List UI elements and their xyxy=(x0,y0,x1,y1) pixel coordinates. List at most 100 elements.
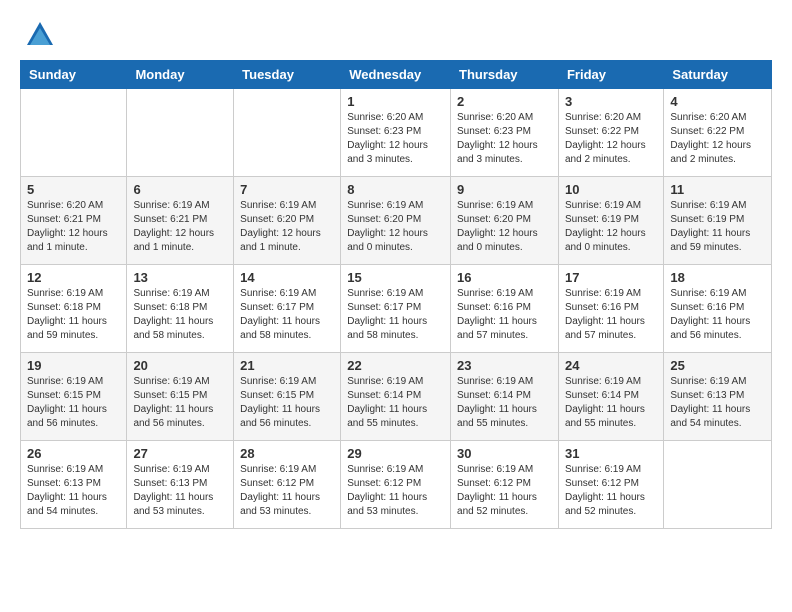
calendar-week-row: 26 Sunrise: 6:19 AM Sunset: 6:13 PM Dayli… xyxy=(21,441,772,529)
calendar-week-row: 19 Sunrise: 6:19 AM Sunset: 6:15 PM Dayli… xyxy=(21,353,772,441)
day-info: Sunrise: 6:19 AM Sunset: 6:14 PM Dayligh… xyxy=(457,375,552,431)
day-number: 4 xyxy=(670,94,765,109)
day-info: Sunrise: 6:19 AM Sunset: 6:14 PM Dayligh… xyxy=(565,375,657,431)
day-number: 3 xyxy=(565,94,657,109)
day-info: Sunrise: 6:19 AM Sunset: 6:17 PM Dayligh… xyxy=(347,287,444,343)
day-number: 19 xyxy=(27,358,120,373)
calendar-cell: 20 Sunrise: 6:19 AM Sunset: 6:15 PM Dayli… xyxy=(127,353,234,441)
calendar-day-header: Friday xyxy=(558,61,663,89)
day-info: Sunrise: 6:20 AM Sunset: 6:23 PM Dayligh… xyxy=(457,111,552,167)
day-info: Sunrise: 6:19 AM Sunset: 6:19 PM Dayligh… xyxy=(670,199,765,255)
day-info: Sunrise: 6:19 AM Sunset: 6:15 PM Dayligh… xyxy=(27,375,120,431)
day-info: Sunrise: 6:19 AM Sunset: 6:13 PM Dayligh… xyxy=(27,463,120,519)
calendar-week-row: 1 Sunrise: 6:20 AM Sunset: 6:23 PM Daylig… xyxy=(21,89,772,177)
calendar-cell: 11 Sunrise: 6:19 AM Sunset: 6:19 PM Dayli… xyxy=(664,177,772,265)
day-number: 21 xyxy=(240,358,334,373)
day-info: Sunrise: 6:19 AM Sunset: 6:19 PM Dayligh… xyxy=(565,199,657,255)
day-number: 8 xyxy=(347,182,444,197)
calendar-cell: 23 Sunrise: 6:19 AM Sunset: 6:14 PM Dayli… xyxy=(451,353,559,441)
calendar-cell: 14 Sunrise: 6:19 AM Sunset: 6:17 PM Dayli… xyxy=(234,265,341,353)
calendar-cell: 24 Sunrise: 6:19 AM Sunset: 6:14 PM Dayli… xyxy=(558,353,663,441)
page-header xyxy=(20,20,772,50)
day-info: Sunrise: 6:19 AM Sunset: 6:16 PM Dayligh… xyxy=(457,287,552,343)
day-number: 20 xyxy=(133,358,227,373)
day-info: Sunrise: 6:19 AM Sunset: 6:18 PM Dayligh… xyxy=(27,287,120,343)
calendar-day-header: Sunday xyxy=(21,61,127,89)
day-number: 26 xyxy=(27,446,120,461)
calendar-cell: 9Sunrise: 6:19 AM Sunset: 6:20 PM Daylig… xyxy=(451,177,559,265)
calendar-cell: 2 Sunrise: 6:20 AM Sunset: 6:23 PM Daylig… xyxy=(451,89,559,177)
day-number: 2 xyxy=(457,94,552,109)
day-number: 13 xyxy=(133,270,227,285)
logo-icon xyxy=(25,20,55,50)
day-number: 15 xyxy=(347,270,444,285)
calendar-cell: 21 Sunrise: 6:19 AM Sunset: 6:15 PM Dayli… xyxy=(234,353,341,441)
day-number: 17 xyxy=(565,270,657,285)
day-info: Sunrise: 6:20 AM Sunset: 6:23 PM Dayligh… xyxy=(347,111,444,167)
day-info: Sunrise: 6:19 AM Sunset: 6:12 PM Dayligh… xyxy=(457,463,552,519)
day-number: 28 xyxy=(240,446,334,461)
day-number: 31 xyxy=(565,446,657,461)
day-info: Sunrise: 6:19 AM Sunset: 6:21 PM Dayligh… xyxy=(133,199,227,255)
day-info: Sunrise: 6:19 AM Sunset: 6:20 PM Dayligh… xyxy=(347,199,444,255)
calendar-cell: 4 Sunrise: 6:20 AM Sunset: 6:22 PM Daylig… xyxy=(664,89,772,177)
calendar-cell: 13Sunrise: 6:19 AM Sunset: 6:18 PM Dayli… xyxy=(127,265,234,353)
calendar-week-row: 5Sunrise: 6:20 AM Sunset: 6:21 PM Daylig… xyxy=(21,177,772,265)
day-number: 14 xyxy=(240,270,334,285)
day-number: 29 xyxy=(347,446,444,461)
day-info: Sunrise: 6:20 AM Sunset: 6:22 PM Dayligh… xyxy=(670,111,765,167)
calendar-day-header: Saturday xyxy=(664,61,772,89)
calendar-header-row: SundayMondayTuesdayWednesdayThursdayFrid… xyxy=(21,61,772,89)
day-number: 18 xyxy=(670,270,765,285)
calendar-cell: 16Sunrise: 6:19 AM Sunset: 6:16 PM Dayli… xyxy=(451,265,559,353)
calendar-day-header: Thursday xyxy=(451,61,559,89)
calendar-cell: 19 Sunrise: 6:19 AM Sunset: 6:15 PM Dayli… xyxy=(21,353,127,441)
day-info: Sunrise: 6:19 AM Sunset: 6:17 PM Dayligh… xyxy=(240,287,334,343)
day-number: 25 xyxy=(670,358,765,373)
day-number: 30 xyxy=(457,446,552,461)
day-number: 24 xyxy=(565,358,657,373)
calendar-cell xyxy=(127,89,234,177)
day-number: 6 xyxy=(133,182,227,197)
day-number: 1 xyxy=(347,94,444,109)
day-info: Sunrise: 6:19 AM Sunset: 6:15 PM Dayligh… xyxy=(133,375,227,431)
calendar-cell: 27 Sunrise: 6:19 AM Sunset: 6:13 PM Dayli… xyxy=(127,441,234,529)
calendar-cell: 1 Sunrise: 6:20 AM Sunset: 6:23 PM Daylig… xyxy=(341,89,451,177)
day-number: 7 xyxy=(240,182,334,197)
calendar-week-row: 12Sunrise: 6:19 AM Sunset: 6:18 PM Dayli… xyxy=(21,265,772,353)
calendar-cell: 3 Sunrise: 6:20 AM Sunset: 6:22 PM Daylig… xyxy=(558,89,663,177)
calendar-cell: 10 Sunrise: 6:19 AM Sunset: 6:19 PM Dayli… xyxy=(558,177,663,265)
calendar-cell: 18 Sunrise: 6:19 AM Sunset: 6:16 PM Dayli… xyxy=(664,265,772,353)
day-number: 23 xyxy=(457,358,552,373)
calendar-day-header: Wednesday xyxy=(341,61,451,89)
calendar-cell: 28 Sunrise: 6:19 AM Sunset: 6:12 PM Dayli… xyxy=(234,441,341,529)
calendar-cell: 15 Sunrise: 6:19 AM Sunset: 6:17 PM Dayli… xyxy=(341,265,451,353)
calendar-cell: 5Sunrise: 6:20 AM Sunset: 6:21 PM Daylig… xyxy=(21,177,127,265)
day-number: 11 xyxy=(670,182,765,197)
day-info: Sunrise: 6:20 AM Sunset: 6:21 PM Dayligh… xyxy=(27,199,120,255)
day-info: Sunrise: 6:19 AM Sunset: 6:13 PM Dayligh… xyxy=(133,463,227,519)
calendar-cell xyxy=(234,89,341,177)
calendar-cell xyxy=(21,89,127,177)
calendar-cell: 7Sunrise: 6:19 AM Sunset: 6:20 PM Daylig… xyxy=(234,177,341,265)
calendar-cell: 17 Sunrise: 6:19 AM Sunset: 6:16 PM Dayli… xyxy=(558,265,663,353)
day-number: 22 xyxy=(347,358,444,373)
calendar-table: SundayMondayTuesdayWednesdayThursdayFrid… xyxy=(20,60,772,529)
day-info: Sunrise: 6:19 AM Sunset: 6:15 PM Dayligh… xyxy=(240,375,334,431)
day-number: 10 xyxy=(565,182,657,197)
calendar-cell: 31Sunrise: 6:19 AM Sunset: 6:12 PM Dayli… xyxy=(558,441,663,529)
calendar-day-header: Monday xyxy=(127,61,234,89)
day-info: Sunrise: 6:19 AM Sunset: 6:14 PM Dayligh… xyxy=(347,375,444,431)
day-number: 27 xyxy=(133,446,227,461)
day-info: Sunrise: 6:19 AM Sunset: 6:12 PM Dayligh… xyxy=(347,463,444,519)
day-info: Sunrise: 6:20 AM Sunset: 6:22 PM Dayligh… xyxy=(565,111,657,167)
day-info: Sunrise: 6:19 AM Sunset: 6:16 PM Dayligh… xyxy=(565,287,657,343)
calendar-cell: 12Sunrise: 6:19 AM Sunset: 6:18 PM Dayli… xyxy=(21,265,127,353)
day-info: Sunrise: 6:19 AM Sunset: 6:13 PM Dayligh… xyxy=(670,375,765,431)
day-info: Sunrise: 6:19 AM Sunset: 6:16 PM Dayligh… xyxy=(670,287,765,343)
day-info: Sunrise: 6:19 AM Sunset: 6:12 PM Dayligh… xyxy=(240,463,334,519)
calendar-cell: 25 Sunrise: 6:19 AM Sunset: 6:13 PM Dayli… xyxy=(664,353,772,441)
calendar-cell: 22 Sunrise: 6:19 AM Sunset: 6:14 PM Dayli… xyxy=(341,353,451,441)
calendar-cell: 6 Sunrise: 6:19 AM Sunset: 6:21 PM Daylig… xyxy=(127,177,234,265)
calendar-cell: 8 Sunrise: 6:19 AM Sunset: 6:20 PM Daylig… xyxy=(341,177,451,265)
